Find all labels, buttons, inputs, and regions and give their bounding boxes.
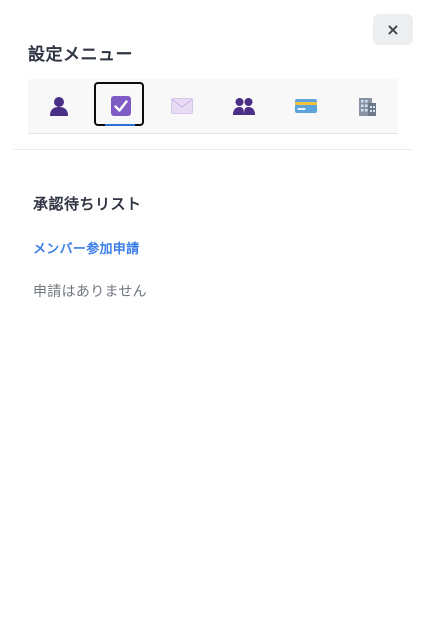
credit-card-icon (294, 99, 317, 113)
section-divider (14, 149, 413, 150)
envelope-icon (171, 98, 194, 114)
user-icon (49, 97, 68, 116)
empty-state-message: 申請はありません (33, 284, 147, 300)
checkbox-icon (110, 96, 131, 116)
tab-profile[interactable] (28, 79, 90, 133)
settings-tab-bar (28, 79, 398, 134)
member-join-requests-link[interactable]: メンバー参加申請 (33, 238, 139, 257)
close-button[interactable]: × (373, 14, 413, 45)
tab-members[interactable] (213, 79, 275, 133)
active-tab-underline (104, 124, 135, 126)
tab-billing[interactable] (275, 79, 337, 133)
menu-title: 設定メニュー (28, 45, 133, 65)
group-icon (232, 98, 255, 115)
tab-messages[interactable] (151, 79, 213, 133)
building-icon (359, 98, 377, 116)
tab-organization[interactable] (336, 79, 398, 133)
tab-approvals[interactable] (90, 79, 152, 133)
pending-list-title: 承認待ちリスト (33, 195, 142, 213)
